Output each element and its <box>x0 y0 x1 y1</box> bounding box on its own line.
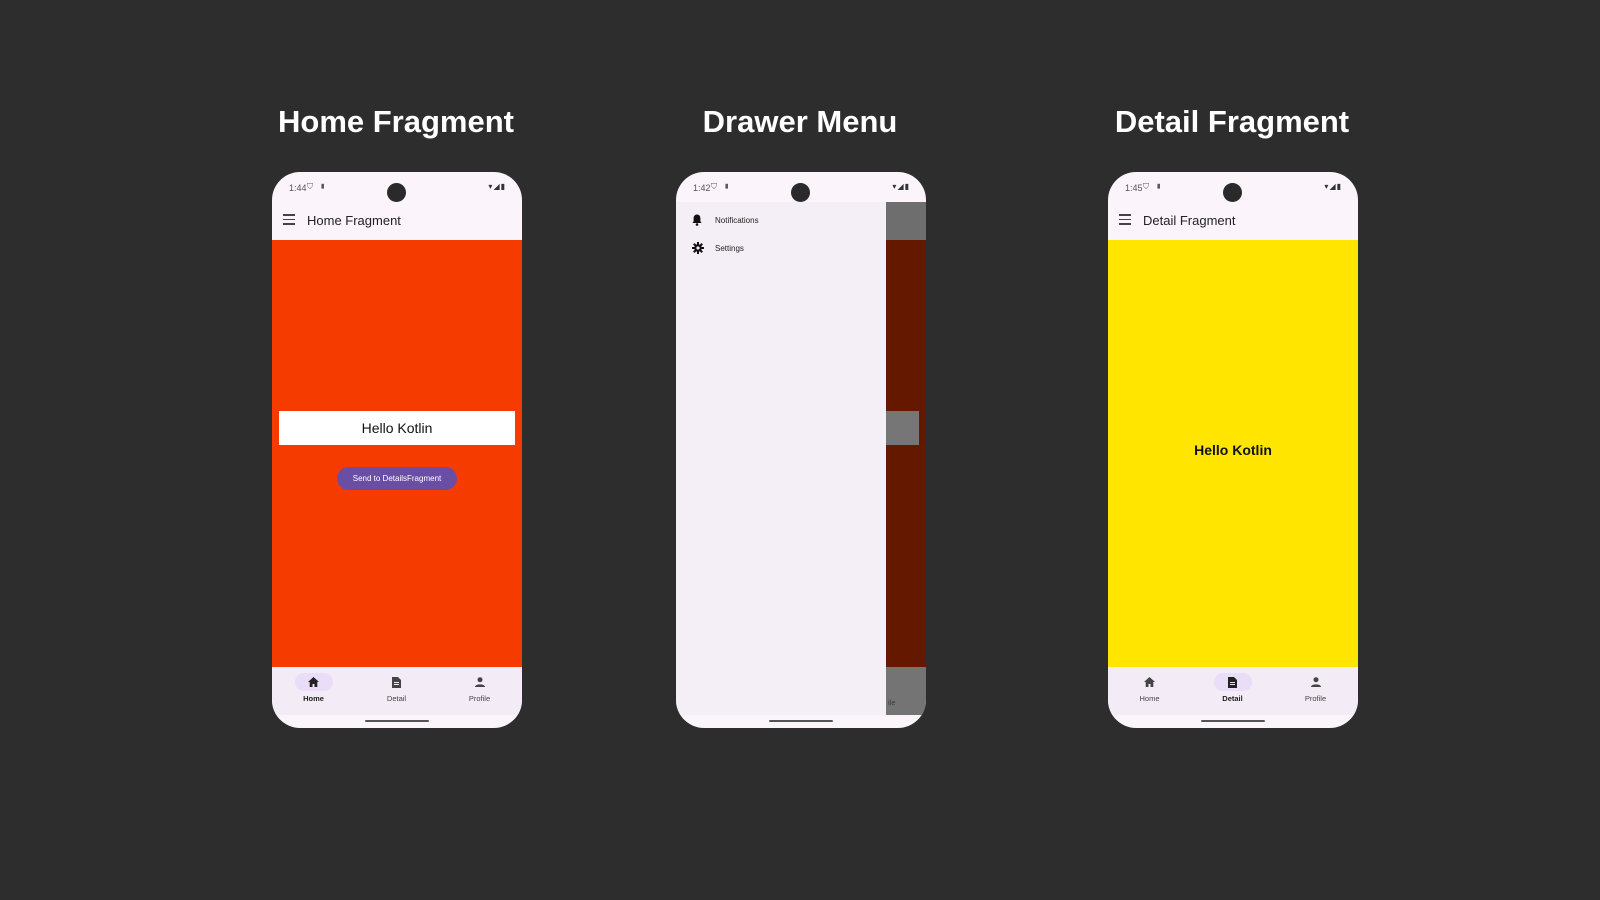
gesture-bar[interactable] <box>769 719 833 722</box>
drawer-item-settings[interactable]: Settings <box>692 242 744 254</box>
status-time: 1:42 <box>693 183 711 193</box>
home-icon <box>308 677 319 687</box>
top-app-bar: Home Fragment <box>272 202 522 240</box>
wifi-signal-battery-icons: ▾◢▮ <box>892 182 910 191</box>
drawer-item-label: Notifications <box>715 215 759 225</box>
detail-content-area: Hello Kotlin <box>1108 240 1358 667</box>
bell-icon <box>692 214 702 226</box>
camera-cutout <box>1223 183 1242 202</box>
message-input[interactable]: Hello Kotlin <box>279 411 515 445</box>
nav-active-indicator <box>1213 673 1252 691</box>
panel-title-home: Home Fragment <box>278 104 514 139</box>
nav-label-profile: Profile <box>1304 694 1327 703</box>
nav-item-home[interactable]: Home <box>272 673 355 703</box>
drawer-item-label: Settings <box>715 243 744 253</box>
nav-label-detail: Detail <box>386 694 407 703</box>
nav-item-home[interactable]: Home <box>1108 673 1191 703</box>
home-content-area: Hello Kotlin Send to DetailsFragment <box>272 240 522 667</box>
nav-label-home: Home <box>1139 694 1160 703</box>
person-icon <box>1310 677 1321 687</box>
wifi-signal-battery-icons: ▾◢▮ <box>1324 182 1342 191</box>
toolbar-title: Home Fragment <box>307 213 401 228</box>
nav-active-indicator <box>294 673 333 691</box>
gesture-bar[interactable] <box>1201 719 1265 722</box>
drawer-item-notifications[interactable]: Notifications <box>692 214 759 226</box>
panel-title-detail: Detail Fragment <box>1114 104 1350 139</box>
person-icon <box>474 677 485 687</box>
toolbar-title: Detail Fragment <box>1143 213 1236 228</box>
bottom-navigation: Home Detail Profile <box>1108 667 1358 715</box>
nav-item-profile[interactable]: Profile <box>438 673 521 703</box>
status-notification-icons: ⛉ ▮ <box>1143 182 1164 191</box>
phone-drawer-menu: 1:42 ⛉ ▮ ▾◢▮ ile Notifications Settings <box>676 172 926 728</box>
nav-label-profile: Profile <box>468 694 491 703</box>
received-message-text: Hello Kotlin <box>1194 442 1272 458</box>
document-icon <box>392 676 401 688</box>
phone-home-fragment: 1:44 ⛉ ▮ ▾◢▮ Home Fragment Hello Kotlin … <box>272 172 522 728</box>
wifi-signal-battery-icons: ▾◢▮ <box>488 182 506 191</box>
status-time: 1:45 <box>1125 183 1143 193</box>
nav-item-profile[interactable]: Profile <box>1274 673 1357 703</box>
gesture-bar[interactable] <box>365 719 429 722</box>
navigation-drawer: Notifications Settings <box>676 202 886 715</box>
phone-detail-fragment: 1:45 ⛉ ▮ ▾◢▮ Detail Fragment Hello Kotli… <box>1108 172 1358 728</box>
nav-item-detail[interactable]: Detail <box>355 673 438 703</box>
hamburger-menu-icon[interactable] <box>1119 214 1131 225</box>
status-time: 1:44 <box>289 183 307 193</box>
dimmed-nav-label: ile <box>888 698 896 707</box>
top-app-bar: Detail Fragment <box>1108 202 1358 240</box>
nav-label-home: Home <box>303 694 324 703</box>
status-notification-icons: ⛉ ▮ <box>307 182 328 191</box>
gear-icon <box>692 242 704 254</box>
nav-item-detail[interactable]: Detail <box>1191 673 1274 703</box>
bottom-navigation: Home Detail Profile <box>272 667 522 715</box>
nav-label-detail: Detail <box>1222 694 1243 703</box>
hamburger-menu-icon[interactable] <box>283 214 295 225</box>
home-icon <box>1144 677 1155 687</box>
send-to-details-button[interactable]: Send to DetailsFragment <box>337 467 457 490</box>
status-notification-icons: ⛉ ▮ <box>711 182 732 191</box>
panel-title-drawer: Drawer Menu <box>702 104 898 139</box>
camera-cutout <box>791 183 810 202</box>
camera-cutout <box>387 183 406 202</box>
document-icon <box>1228 676 1237 688</box>
